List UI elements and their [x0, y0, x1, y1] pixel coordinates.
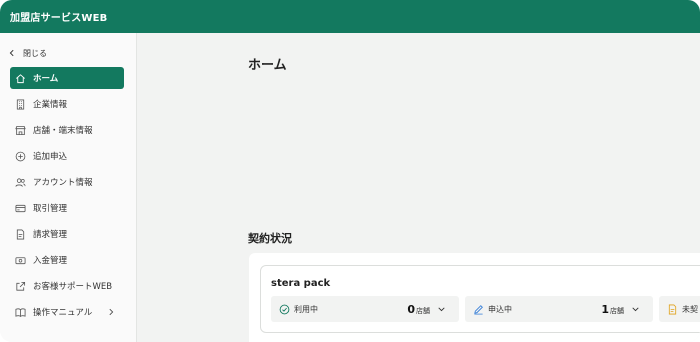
app-window: 加盟店サービスWEB 閉じる ホーム 企業情報 店舗・端末情報 追加申込 アカウ… — [0, 0, 700, 342]
app-title: 加盟店サービスWEB — [10, 13, 108, 24]
page-title: ホーム — [248, 58, 287, 73]
status-count: 1 — [601, 302, 609, 316]
sidebar-item-deposits[interactable]: 入金管理 — [10, 249, 124, 271]
chevron-down-icon — [438, 307, 445, 312]
sidebar-item-billing[interactable]: 請求管理 — [10, 223, 124, 245]
sidebar-item-label: 店舗・端末情報 — [33, 126, 93, 136]
sidebar-item-label: ホーム — [33, 74, 59, 84]
sidebar-item-support-web[interactable]: お客様サポートWEB — [10, 275, 124, 297]
status-count: 0 — [407, 302, 415, 316]
sidebar-item-label: 取引管理 — [33, 204, 68, 214]
status-not-contracted-dropdown[interactable]: 未契 — [659, 296, 700, 322]
status-unit: 店舗 — [416, 306, 430, 315]
home-icon — [16, 73, 25, 83]
external-link-icon — [16, 281, 26, 291]
sidebar-item-account[interactable]: アカウント情報 — [10, 171, 124, 193]
credit-card-icon — [15, 204, 26, 212]
chevron-right-icon — [109, 308, 114, 316]
status-label: 利用中 — [294, 304, 318, 314]
sidebar-item-label: お客様サポートWEB — [33, 282, 113, 292]
chevron-down-icon — [632, 307, 639, 312]
sidebar-item-add-application[interactable]: 追加申込 — [10, 145, 124, 167]
status-in-use-dropdown[interactable]: 利用中 0 店舗 — [271, 296, 459, 322]
cash-icon — [15, 256, 26, 264]
sidebar-item-label: 追加申込 — [33, 152, 68, 162]
sidebar-item-label: アカウント情報 — [33, 178, 93, 188]
sidebar-item-manual[interactable]: 操作マニュアル — [10, 301, 124, 323]
contract-name: stera pack — [271, 278, 331, 289]
edit-icon — [474, 304, 483, 314]
check-circle-icon — [279, 304, 290, 314]
status-label: 申込中 — [488, 304, 512, 314]
status-applying-dropdown[interactable]: 申込中 1 店舗 — [465, 296, 653, 322]
close-label: 閉じる — [23, 48, 47, 58]
building-icon — [16, 99, 25, 109]
sidebar-item-label: 操作マニュアル — [33, 308, 93, 318]
main-content: ホーム 契約状況 stera pack 利用中 0 店舗 申込中 1 店舗 未契 — [138, 33, 700, 342]
status-label: 未契 — [682, 304, 698, 314]
store-icon — [15, 125, 26, 135]
contract-panel: stera pack 利用中 0 店舗 申込中 1 店舗 未契 — [260, 265, 700, 333]
book-icon — [15, 307, 26, 317]
contract-card: stera pack 利用中 0 店舗 申込中 1 店舗 未契 — [249, 253, 700, 342]
users-icon — [15, 177, 26, 187]
status-unit: 店舗 — [610, 306, 624, 315]
app-header: 加盟店サービスWEB — [0, 0, 700, 33]
sidebar-item-label: 入金管理 — [33, 256, 68, 266]
chevron-left-icon — [9, 49, 14, 57]
sidebar-item-store-terminal[interactable]: 店舗・端末情報 — [10, 119, 124, 141]
invoice-icon — [16, 229, 25, 239]
sidebar-item-label: 請求管理 — [33, 230, 68, 240]
document-icon — [668, 304, 677, 314]
sidebar-item-transactions[interactable]: 取引管理 — [10, 197, 124, 219]
contract-section-title: 契約状況 — [248, 232, 292, 245]
sidebar-item-label: 企業情報 — [33, 100, 68, 110]
plus-circle-icon — [15, 151, 26, 161]
sidebar-close-button[interactable]: 閉じる — [8, 47, 47, 59]
sidebar: 閉じる ホーム 企業情報 店舗・端末情報 追加申込 アカウント情報 取引管理 請… — [0, 33, 137, 342]
sidebar-item-home[interactable]: ホーム — [10, 67, 124, 89]
sidebar-item-company[interactable]: 企業情報 — [10, 93, 124, 115]
